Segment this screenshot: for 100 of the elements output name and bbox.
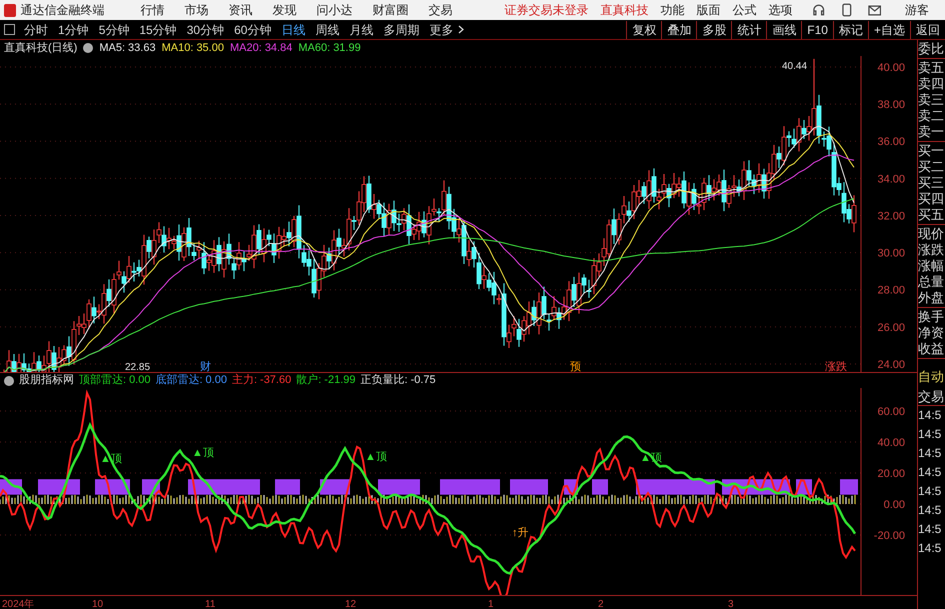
quote-label: 买一: [918, 143, 945, 159]
menu-item[interactable]: 版面: [692, 1, 724, 19]
price-axis-label: 30.00: [877, 248, 905, 260]
menu-item[interactable]: 行情: [132, 1, 172, 19]
toolbar-button[interactable]: 叠加: [661, 20, 696, 38]
indicator-label: 正负量比:: [360, 373, 408, 388]
toolbar-button[interactable]: 复权: [626, 20, 662, 38]
indicator-axis-label: 60.00: [877, 406, 905, 418]
menu-item[interactable]: 选项: [764, 1, 796, 19]
event-marker[interactable]: 财: [200, 361, 211, 372]
toolbar-button[interactable]: 统计: [731, 20, 766, 38]
indicator-name: 股朋指标网: [19, 373, 74, 388]
moving-average-value: MA20: 34.84: [230, 40, 292, 56]
period-tab[interactable]: 60分钟: [229, 20, 276, 38]
toolbar-button[interactable]: +自选: [868, 20, 910, 38]
menu-item[interactable]: 市场: [176, 1, 216, 19]
date-label: 2: [598, 599, 604, 609]
menu-item[interactable]: 问小达: [308, 1, 360, 19]
menu-item[interactable]: 财富圈: [364, 1, 416, 19]
price-axis-label: 26.00: [877, 322, 905, 334]
quote-label: 卖三: [918, 92, 945, 108]
quote-label: 收益: [918, 341, 945, 357]
toolbar-button[interactable]: 多股: [696, 20, 732, 38]
period-tab[interactable]: 1分钟: [53, 20, 94, 38]
trade-time: 14:5: [918, 445, 942, 462]
quote-label: 净资: [918, 325, 945, 341]
quote-label: 买二: [918, 159, 945, 175]
indicator-axis-label: 20.00: [877, 468, 905, 480]
toolbar-button[interactable]: 返回: [910, 20, 945, 38]
indicator-value: -21.99: [324, 373, 356, 388]
price-axis-label: 32.00: [877, 210, 905, 222]
toolbar-button[interactable]: 标记: [832, 20, 868, 38]
event-marker[interactable]: 预: [570, 361, 581, 372]
indicator-value: 0.00: [206, 373, 227, 388]
trade-time: 14:5: [918, 426, 942, 443]
period-tab[interactable]: 15分钟: [134, 20, 182, 38]
trade-label: 交易: [918, 389, 945, 406]
app-name: 通达信金融终端: [20, 2, 104, 19]
period-tab[interactable]: 周线: [310, 20, 344, 38]
signal-label: ▲顶: [100, 453, 122, 465]
quote-label: 买四: [918, 191, 945, 207]
indicator-label: 底部雷达:: [155, 372, 203, 388]
date-label: 3: [728, 599, 734, 609]
moving-average-value: MA60: 31.99: [298, 40, 361, 56]
period-tab[interactable]: 5分钟: [94, 20, 134, 38]
menu-item[interactable]: 公式: [728, 1, 760, 19]
user-button[interactable]: 游客: [905, 1, 929, 19]
period-tab[interactable]: 30分钟: [182, 20, 230, 38]
quote-label: 买三: [918, 175, 945, 191]
period-tab[interactable]: 分时: [19, 20, 53, 38]
price-axis-label: 28.00: [877, 284, 905, 297]
date-label: 12: [345, 599, 356, 609]
signal-label: ▲顶: [192, 447, 214, 459]
date-label: 11: [205, 599, 216, 609]
quote-label: 换手: [918, 309, 945, 325]
indicator-value: -0.75: [410, 373, 436, 388]
toolbar-button[interactable]: F10: [801, 20, 833, 38]
toolbar-button[interactable]: 画线: [766, 20, 802, 38]
price-axis-label: 40.00: [877, 62, 905, 74]
quote-label: 买五: [918, 207, 945, 223]
period-tab[interactable]: 多周期: [378, 20, 424, 38]
indicator-value: -37.60: [260, 373, 292, 388]
quote-label: 涨幅: [918, 258, 945, 274]
low-price-label: 22.85: [125, 362, 150, 372]
menu-item[interactable]: 功能: [656, 1, 688, 19]
trade-time: 14:5: [918, 521, 942, 538]
date-label: 10: [92, 599, 104, 609]
signal-label: ▲顶: [365, 451, 387, 463]
period-tab[interactable]: 日线: [276, 20, 310, 38]
indicator-label: 顶部雷达:: [79, 372, 126, 388]
quote-label: 卖五: [918, 60, 945, 76]
trade-time: 14:5: [918, 540, 942, 557]
quote-label: 涨跌: [918, 242, 945, 258]
quote-label: 卖四: [918, 76, 945, 92]
chart-title: 直真科技(日线): [4, 40, 78, 56]
trade-time: 14:5: [918, 483, 942, 500]
high-price-label: 40.44: [782, 61, 808, 72]
indicator-axis-label: 40.00: [877, 437, 905, 449]
trade-time: 14:5: [918, 502, 942, 519]
price-axis-label: 24.00: [877, 358, 905, 371]
quote-label: 卖二: [918, 108, 945, 124]
indicator-axis-label: 0.00: [884, 499, 905, 511]
moving-average-value: MA5: 33.63: [99, 40, 156, 56]
period-tab[interactable]: 月线: [344, 20, 378, 38]
indicator-label: 散户:: [296, 372, 322, 388]
period-tab[interactable]: 更多: [424, 20, 458, 38]
auto-label: 自动: [918, 369, 945, 385]
trade-time: 14:5: [918, 464, 942, 481]
quote-label: 外盘: [918, 290, 945, 306]
menu-item[interactable]: 交易: [420, 1, 460, 19]
menu-item[interactable]: 资讯: [220, 1, 260, 19]
indicator-value: 0.00: [129, 373, 150, 388]
event-marker[interactable]: 涨跌: [825, 361, 847, 372]
price-axis-label: 38.00: [877, 99, 905, 112]
login-notice: 证券交易未登录: [504, 2, 588, 19]
signal-label: ↑升: [512, 527, 528, 539]
trade-time: 14:5: [918, 407, 942, 424]
quote-label: 卖一: [918, 124, 945, 140]
stock-name: 直真科技: [600, 2, 648, 19]
menu-item[interactable]: 发现: [264, 1, 304, 19]
